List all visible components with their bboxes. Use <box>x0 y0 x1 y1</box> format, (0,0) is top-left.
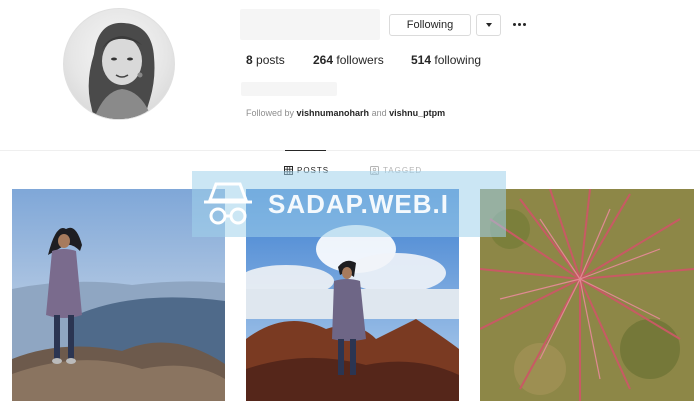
username-placeholder <box>240 9 380 40</box>
stat-following-count: 514 <box>411 53 432 67</box>
suggestions-dropdown-button[interactable] <box>476 14 501 36</box>
post-thumbnail-3[interactable] <box>480 189 694 401</box>
watermark-text: SADAP.WEB.I <box>268 188 449 219</box>
tab-active-indicator <box>285 150 326 151</box>
stat-following-label: following <box>434 53 482 67</box>
followed-by-joiner: and <box>371 108 387 118</box>
incognito-icon <box>204 182 252 225</box>
followed-by-user-1[interactable]: vishnumanoharh <box>297 108 370 118</box>
stat-posts-count: 8 <box>246 53 253 67</box>
tab-divider <box>0 150 700 151</box>
followed-by-text: Followed by vishnumanoharh and vishnu_pt… <box>246 108 445 118</box>
profile-avatar[interactable] <box>63 8 175 120</box>
stat-followers-label: followers <box>336 53 384 67</box>
stat-followers[interactable]: 264 followers <box>313 53 384 67</box>
stat-posts: 8 posts <box>246 53 285 67</box>
stat-posts-label: posts <box>256 53 285 67</box>
followed-by-user-2[interactable]: vishnu_ptpm <box>389 108 445 118</box>
full-name-placeholder <box>241 82 337 96</box>
following-button[interactable]: Following <box>389 14 471 36</box>
stat-following[interactable]: 514 following <box>411 53 481 67</box>
stat-followers-count: 264 <box>313 53 334 67</box>
followed-by-prefix: Followed by <box>246 108 295 118</box>
profile-page: Following 8 posts 264 followers 514 foll… <box>0 0 700 409</box>
watermark-overlay: SADAP.WEB.I <box>192 171 506 237</box>
chevron-down-icon <box>485 23 492 27</box>
more-options-icon[interactable] <box>509 14 529 34</box>
